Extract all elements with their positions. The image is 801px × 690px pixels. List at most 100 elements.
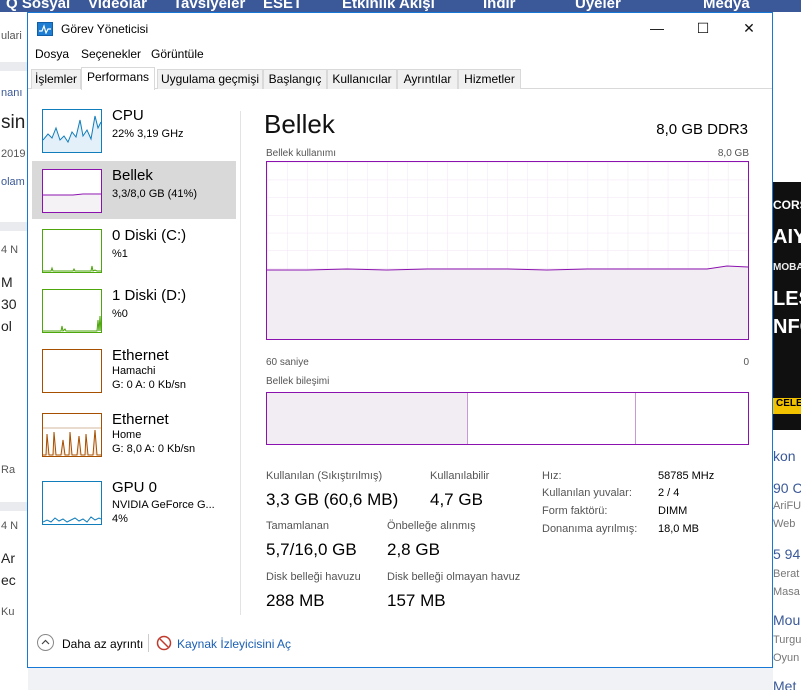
tab-uygulama-gecmisi[interactable]: Uygulama geçmişi: [157, 69, 263, 89]
bg-nav-etkinlik[interactable]: Etkinlik Akışı: [342, 0, 435, 12]
cpu-mini-graph: [42, 109, 102, 153]
sidebar-item-disk-c[interactable]: 0 Diski (C:) %1: [32, 221, 236, 279]
bg-left-text: 4 N: [1, 244, 19, 256]
bg-left-heading: sin: [1, 112, 26, 133]
menu-dosya[interactable]: Dosya: [35, 47, 69, 61]
background-advertisement[interactable]: CORS AIY MOBA LES NFO CELE: [773, 182, 801, 430]
bg-left-separator: [0, 222, 28, 231]
tab-performans[interactable]: Performans: [81, 67, 155, 90]
memory-composition-bar: [266, 392, 749, 445]
gpu-title: GPU 0: [112, 479, 158, 496]
x-axis-left-label: 60 saniye: [266, 357, 309, 368]
ad-text: NFO: [773, 316, 801, 338]
fewer-details-button[interactable]: Daha az ayrıntı: [62, 637, 143, 651]
paged-pool-value: 288 MB: [266, 591, 325, 610]
reserved-value: 18,0 MB: [658, 523, 699, 535]
disk-d-usage: %0: [112, 308, 128, 320]
tab-baslangic[interactable]: Başlangıç: [263, 69, 327, 89]
composition-standby[interactable]: [470, 393, 636, 444]
bg-left-text: 4 N: [1, 520, 19, 532]
tab-kullanicilar[interactable]: Kullanıcılar: [327, 69, 397, 89]
bg-nav-tavsiyeler[interactable]: Tavsiyeler: [173, 0, 245, 12]
close-button[interactable]: ✕: [726, 13, 772, 43]
ethernet-home-name: Home: [112, 429, 142, 441]
nonpaged-pool-label: Disk belleği olmayan havuz: [387, 571, 521, 583]
maximize-button[interactable]: ☐: [680, 13, 726, 43]
composition-in-use[interactable]: [267, 393, 468, 444]
bg-right-text: Masa: [773, 586, 800, 598]
sidebar-item-gpu[interactable]: GPU 0 NVIDIA GeForce G... 4%: [32, 473, 236, 537]
sidebar-divider: [240, 111, 241, 615]
bg-left-text: Ar: [1, 550, 15, 566]
disk-c-title: 0 Diski (C:): [112, 227, 187, 244]
bg-nav-eset[interactable]: ESET: [263, 0, 302, 12]
ad-text: LES: [773, 288, 801, 310]
bg-left-text: olam: [1, 176, 25, 188]
disk-c-mini-graph: [42, 229, 102, 273]
composition-label: Bellek bileşimi: [266, 376, 330, 387]
composition-free[interactable]: [637, 393, 748, 444]
tab-hizmetler[interactable]: Hizmetler: [458, 69, 521, 89]
bg-nav-videolar[interactable]: Videolar: [88, 0, 147, 12]
sidebar-item-disk-d[interactable]: 1 Diski (D:) %0: [32, 281, 236, 339]
bg-right-text: Met: [773, 678, 797, 690]
minimize-button[interactable]: —: [634, 13, 680, 43]
ethernet-hamachi-name: Hamachi: [112, 365, 156, 377]
usage-graph-max: 8,0 GB: [717, 148, 749, 159]
memory-usage: 3,3/8,0 GB (41%): [112, 188, 197, 200]
gpu-name: NVIDIA GeForce G...: [112, 499, 215, 511]
background-right-column: CORS AIY MOBA LES NFO CELE kon 90 C AriF…: [773, 12, 801, 690]
page-title: Bellek: [264, 109, 335, 139]
bg-left-text: Ku: [1, 606, 15, 618]
open-resource-monitor-link[interactable]: Kaynak İzleyicisini Aç: [177, 637, 291, 651]
bg-left-text: 2019: [1, 148, 26, 160]
ad-text: CORS: [773, 198, 801, 212]
bg-nav-indir[interactable]: İndir: [483, 0, 516, 12]
ethernet-home-speed: G: 8,0 A: 0 Kb/sn: [112, 443, 196, 455]
bg-right-text: kon: [773, 448, 796, 464]
tab-bar: İşlemler Performans Uygulama geçmişi Baş…: [28, 67, 772, 90]
sidebar-item-ethernet-hamachi[interactable]: Ethernet Hamachi G: 0 A: 0 Kb/sn: [32, 341, 236, 399]
bg-nav-uyeler[interactable]: Üyeler: [575, 0, 621, 12]
cpu-title: CPU: [112, 107, 144, 124]
ethernet-hamachi-speed: G: 0 A: 0 Kb/sn: [112, 379, 186, 391]
bg-nav-sosyal[interactable]: Q Sosyal: [6, 0, 70, 12]
form-factor-label: Form faktörü:: [542, 505, 608, 517]
memory-title: Bellek: [112, 167, 153, 184]
bg-right-text: AriFU: [773, 500, 801, 512]
available-value: 4,7 GB: [430, 490, 483, 509]
menu-goruntule[interactable]: Görüntüle: [151, 47, 204, 61]
sidebar-item-cpu[interactable]: CPU 22% 3,19 GHz: [32, 101, 236, 159]
disk-d-mini-graph: [42, 289, 102, 333]
sidebar-item-ethernet-home[interactable]: Ethernet Home G: 8,0 A: 0 Kb/sn: [32, 405, 236, 469]
title-bar[interactable]: Görev Yöneticisi — ☐ ✕: [28, 13, 772, 45]
disk-c-usage: %1: [112, 248, 128, 260]
ad-text: CELE: [773, 398, 801, 414]
sidebar-item-bellek[interactable]: Bellek 3,3/8,0 GB (41%): [32, 161, 236, 219]
bg-left-text: ec: [1, 572, 16, 588]
bg-right-text: Mou: [773, 612, 801, 628]
footer-bar: Daha az ayrıntı Kaynak İzleyicisini Aç: [28, 632, 772, 656]
bg-right-text: 90 C: [773, 480, 801, 496]
form-factor-value: DIMM: [658, 505, 688, 517]
tab-islemler[interactable]: İşlemler: [31, 69, 81, 89]
bg-left-text: 30: [1, 296, 17, 312]
bg-left-separator: [0, 62, 28, 71]
bg-left-text: ulari: [1, 30, 22, 42]
ad-text: AIY: [773, 226, 801, 248]
memory-spec: 8,0 GB DDR3: [656, 121, 748, 138]
tab-ayrintilar[interactable]: Ayrıntılar: [397, 69, 458, 89]
menu-bar: Dosya Seçenekler Görüntüle: [28, 45, 772, 65]
footer-separator: [148, 634, 149, 652]
bg-right-text: 5 94: [773, 546, 801, 562]
committed-value: 5,7/16,0 GB: [266, 540, 357, 559]
chevron-up-icon[interactable]: [37, 634, 54, 651]
in-use-label: Kullanılan (Sıkıştırılmış): [266, 470, 383, 482]
memory-usage-graph: [266, 161, 749, 340]
bg-nav-medya[interactable]: Medya: [703, 0, 750, 12]
memory-mini-graph: [42, 169, 102, 213]
ad-text: MOBA: [773, 262, 801, 273]
gpu-usage: 4%: [112, 513, 128, 525]
menu-secenekler[interactable]: Seçenekler: [81, 47, 141, 61]
memory-detail-panel: Bellek 8,0 GB DDR3 Bellek kullanımı 8,0 …: [260, 99, 760, 619]
